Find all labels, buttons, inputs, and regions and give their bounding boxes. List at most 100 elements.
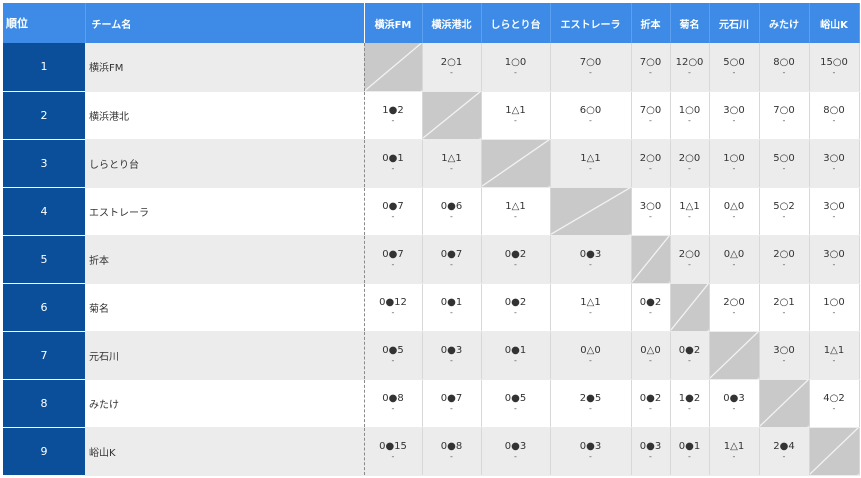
match-subscore: - <box>589 260 592 269</box>
match-subscore: - <box>649 116 652 125</box>
match-score: 0●1 <box>382 153 404 164</box>
match-result-cell: 8○0- <box>809 91 860 140</box>
standings-table-container: 順位 チーム名 横浜FM 横浜港北 しらとり台 エストレーラ 折本 菊名 元石川… <box>3 3 860 476</box>
match-result-cell: 0●2- <box>670 331 710 380</box>
match-subscore: - <box>649 404 652 413</box>
match-subscore: - <box>514 404 517 413</box>
match-score: 0●3 <box>723 393 745 404</box>
match-subscore: - <box>589 116 592 125</box>
table-row: 1 横浜FM 2○1-1○0-7○0-7○0-12○0-5○0-8○0-15○0- <box>3 43 860 92</box>
match-score: 1●2 <box>678 393 701 404</box>
match-subscore: - <box>782 212 786 221</box>
match-score: 1○0 <box>504 56 527 68</box>
match-score: 5○0 <box>773 153 795 164</box>
match-result-cell: 1●2- <box>670 379 710 428</box>
match-subscore: - <box>649 67 652 77</box>
match-subscore: - <box>514 116 517 125</box>
table-row: 9 峪山K 0●15-0●8-0●3-0●3-0●3-0●1-1△1-2●4- <box>3 427 860 476</box>
match-result-cell: 0●7- <box>422 235 482 284</box>
match-result-cell: 3○0- <box>759 331 810 380</box>
match-score: 5○0 <box>723 56 745 68</box>
match-result-cell: 4○2- <box>809 379 860 428</box>
match-subscore: - <box>514 67 517 77</box>
match-subscore: - <box>732 212 736 221</box>
match-subscore: - <box>450 404 453 413</box>
match-subscore: - <box>832 67 836 77</box>
match-result-cell: 0●3- <box>550 235 632 284</box>
match-score: 0●6 <box>440 201 463 212</box>
match-score: 2○0 <box>678 249 701 260</box>
match-score: 0△0 <box>723 249 745 260</box>
table-row: 5 折本 0●7-0●7-0●2-0●3-2○0-0△0-2○0-3○0- <box>3 235 860 284</box>
opponent-column-header: 横浜港北 <box>422 3 482 43</box>
match-result-cell: 1△1- <box>670 187 710 236</box>
standings-table: 順位 チーム名 横浜FM 横浜港北 しらとり台 エストレーラ 折本 菊名 元石川… <box>3 3 860 476</box>
rank-cell: 8 <box>3 379 85 428</box>
match-subscore: - <box>832 404 836 413</box>
match-score: 2○1 <box>773 297 795 308</box>
match-score: 0●2 <box>504 297 527 308</box>
self-match-cell <box>670 283 710 332</box>
match-result-cell: 1△1- <box>709 427 760 476</box>
match-result-cell: 0●3- <box>709 379 760 428</box>
match-result-cell: 5○0- <box>709 43 760 92</box>
match-subscore: - <box>688 260 691 269</box>
match-result-cell: 2○0- <box>670 139 710 188</box>
match-score: 4○2 <box>823 393 845 404</box>
match-subscore: - <box>649 212 652 221</box>
match-result-cell: 0●3- <box>550 427 632 476</box>
team-name-cell: 元石川 <box>85 331 365 380</box>
match-score: 0●1 <box>440 297 463 308</box>
match-subscore: - <box>832 116 836 125</box>
match-score: 0△0 <box>580 345 601 356</box>
match-score: 0●2 <box>504 249 527 260</box>
match-score: 1△1 <box>505 201 526 212</box>
match-subscore: - <box>732 308 736 317</box>
match-result-cell: 0●8- <box>364 379 423 428</box>
match-subscore: - <box>514 308 517 317</box>
team-name-cell: 横浜港北 <box>85 91 365 140</box>
match-result-cell: 0●1- <box>422 283 482 332</box>
standings-body: 1 横浜FM 2○1-1○0-7○0-7○0-12○0-5○0-8○0-15○0-2… <box>3 43 860 476</box>
match-score: 0●8 <box>382 393 404 404</box>
match-result-cell: 2○0- <box>709 283 760 332</box>
match-score: 12○0 <box>675 56 704 68</box>
rank-column-header: 順位 <box>3 3 86 43</box>
match-subscore: - <box>391 116 395 125</box>
match-subscore: - <box>688 212 691 221</box>
match-score: 0●2 <box>639 393 662 404</box>
match-score: 0△0 <box>723 201 745 212</box>
opponent-column-header: 菊名 <box>670 3 710 43</box>
self-match-cell <box>809 427 860 476</box>
match-result-cell: 0●12- <box>364 283 423 332</box>
match-result-cell: 0●8- <box>422 427 482 476</box>
rank-cell: 1 <box>3 43 85 92</box>
match-subscore: - <box>514 356 517 365</box>
match-score: 2○0 <box>773 249 795 260</box>
match-subscore: - <box>589 452 592 461</box>
match-subscore: - <box>732 67 736 77</box>
match-score: 7○0 <box>639 56 662 68</box>
match-score: 1●2 <box>382 105 404 116</box>
match-score: 3○0 <box>723 105 745 116</box>
match-score: 0●12 <box>379 297 407 308</box>
opponent-column-header: 峪山K <box>809 3 860 43</box>
match-subscore: - <box>732 164 736 173</box>
match-result-cell: 3○0- <box>809 235 860 284</box>
match-score: 6○0 <box>579 105 602 116</box>
match-subscore: - <box>514 452 517 461</box>
match-subscore: - <box>450 212 453 221</box>
rank-cell: 7 <box>3 331 85 380</box>
match-result-cell: 0●3- <box>481 427 551 476</box>
match-score: 1△1 <box>679 201 700 212</box>
match-subscore: - <box>391 260 395 269</box>
match-subscore: - <box>832 260 836 269</box>
match-result-cell: 5○0- <box>759 139 810 188</box>
match-score: 1△1 <box>823 345 845 356</box>
match-result-cell: 2●5- <box>550 379 632 428</box>
opponent-column-header: みたけ <box>759 3 810 43</box>
match-result-cell: 1○0- <box>481 43 551 92</box>
match-score: 8○0 <box>773 56 795 68</box>
match-score: 0●7 <box>440 249 463 260</box>
match-result-cell: 3○0- <box>809 139 860 188</box>
